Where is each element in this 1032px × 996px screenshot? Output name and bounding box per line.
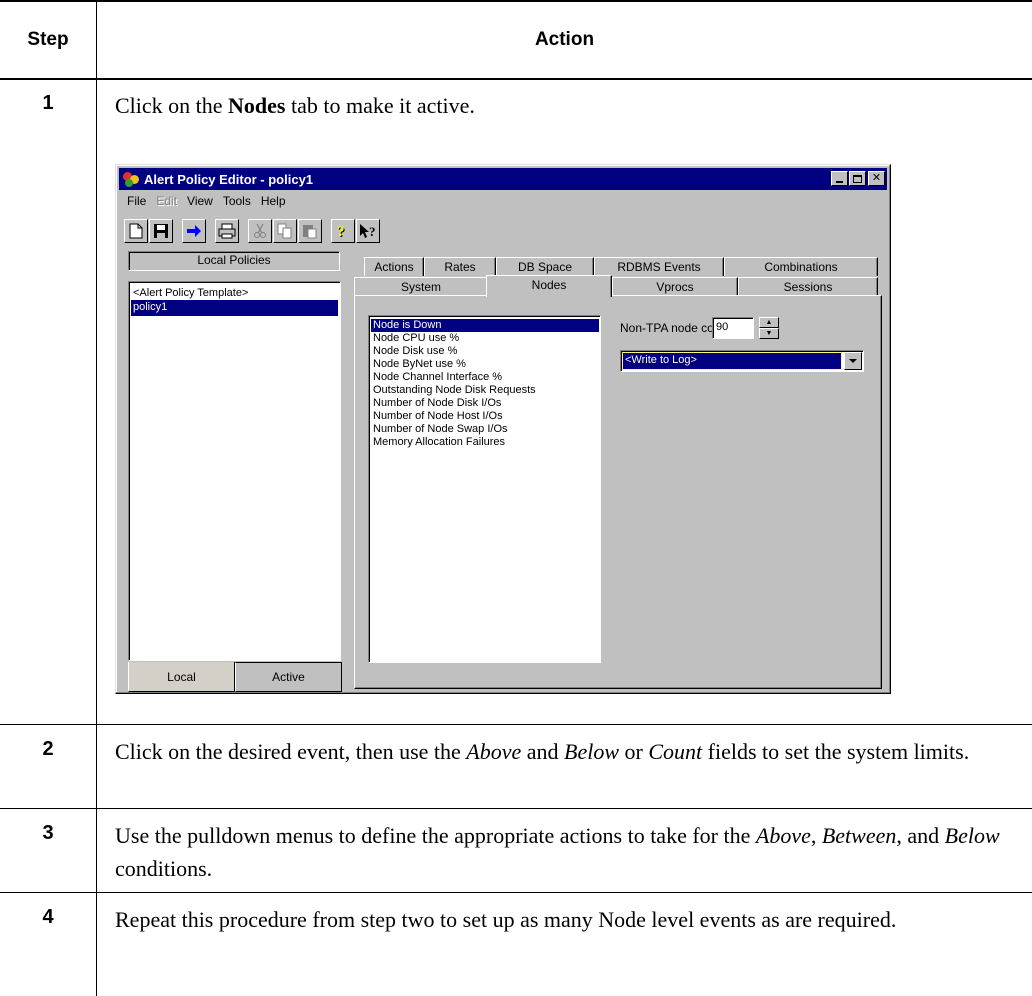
list-item[interactable]: Node CPU use % [371, 332, 599, 345]
list-item[interactable]: Node Disk use % [371, 345, 599, 358]
action-dropdown-value: <Write to Log> [622, 352, 842, 370]
arrow-right-icon[interactable] [182, 219, 206, 243]
tab-rates[interactable]: Rates [424, 257, 496, 276]
italic-term: Below [564, 739, 620, 764]
tab-rdbms-events[interactable]: RDBMS Events [594, 257, 724, 276]
title-bar[interactable]: Alert Policy Editor - policy1 ✕ [119, 168, 887, 190]
step-number: 4 [42, 906, 54, 928]
italic-term: Above [755, 823, 811, 848]
list-item[interactable]: Node Channel Interface % [371, 371, 599, 384]
cut-icon[interactable] [248, 219, 272, 243]
node-count-stepper[interactable]: ▲ ▼ [759, 317, 779, 339]
tab-system[interactable]: System [354, 277, 488, 296]
local-policies-header: Local Policies [128, 251, 340, 271]
row-rule [0, 892, 1032, 893]
italic-term: Below [944, 823, 1000, 848]
menu-edit[interactable]: Edit [151, 192, 182, 212]
italic-term: Count [648, 739, 703, 764]
svg-text:?: ? [369, 224, 376, 239]
list-item[interactable]: policy1 [131, 300, 338, 316]
print-icon[interactable] [215, 219, 239, 243]
step-number: 3 [42, 822, 54, 844]
menu-view[interactable]: View [182, 192, 218, 212]
step-text: Repeat this procedure from step two to s… [115, 907, 897, 932]
step-text: Use the pulldown menus to define the app… [115, 823, 1000, 881]
tab-active[interactable]: Active [235, 662, 342, 692]
chevron-down-icon[interactable] [844, 352, 862, 370]
tab-local[interactable]: Local [128, 662, 235, 692]
context-help-icon[interactable]: ? [356, 219, 380, 243]
list-item[interactable]: Number of Node Disk I/Os [371, 397, 599, 410]
svg-text:?: ? [337, 224, 345, 239]
action-dropdown[interactable]: <Write to Log> [620, 350, 864, 372]
app-icon [122, 170, 140, 188]
copy-icon[interactable] [273, 219, 297, 243]
policy-list[interactable]: <Alert Policy Template> policy1 [128, 281, 341, 661]
window-title: Alert Policy Editor - policy1 [144, 171, 314, 187]
paste-icon[interactable] [298, 219, 322, 243]
toolbar: ?? ? [124, 217, 381, 245]
list-item[interactable]: Number of Node Swap I/Os [371, 423, 599, 436]
menu-tools[interactable]: Tools [218, 192, 256, 212]
bold-term: Nodes [228, 93, 286, 118]
list-item[interactable]: Node is Down [371, 319, 599, 332]
menu-help[interactable]: Help [256, 192, 291, 212]
save-icon[interactable] [149, 219, 173, 243]
event-list[interactable]: Node is Down Node CPU use % Node Disk us… [368, 315, 601, 663]
italic-term: Above [466, 739, 522, 764]
step-number: 1 [42, 92, 54, 114]
tab-combinations[interactable]: Combinations [724, 257, 878, 276]
tab-actions[interactable]: Actions [364, 257, 424, 276]
step-column-header: Step [27, 29, 69, 50]
spin-down-icon[interactable]: ▼ [759, 328, 779, 339]
italic-term: Between [821, 823, 897, 848]
close-button[interactable]: ✕ [868, 171, 885, 186]
new-file-icon[interactable] [124, 219, 148, 243]
node-count-input[interactable]: 90 [712, 317, 754, 339]
step-text: Click on the desired event, then use the… [115, 739, 970, 764]
list-item[interactable]: Outstanding Node Disk Requests [371, 384, 599, 397]
tab-db-space[interactable]: DB Space [496, 257, 594, 276]
menu-file[interactable]: File [122, 192, 151, 212]
minimize-button[interactable] [831, 171, 848, 186]
column-divider [96, 0, 97, 996]
row-rule [0, 724, 1032, 725]
action-column-header: Action [534, 29, 595, 50]
tab-active-label: Active [272, 670, 305, 684]
tab-local-label: Local [167, 669, 196, 684]
list-item[interactable]: Number of Node Host I/Os [371, 410, 599, 423]
row-rule [0, 808, 1032, 809]
list-item[interactable]: Memory Allocation Failures [371, 436, 599, 449]
tab-vprocs[interactable]: Vprocs [612, 277, 738, 296]
step-text: Click on the Nodes tab to make it active… [115, 93, 475, 118]
maximize-button[interactable] [849, 171, 866, 186]
help-icon[interactable]: ?? [331, 219, 355, 243]
list-item[interactable]: Node ByNet use % [371, 358, 599, 371]
spin-up-icon[interactable]: ▲ [759, 317, 779, 328]
nodes-panel: Node is Down Node CPU use % Node Disk us… [354, 295, 882, 689]
tab-nodes[interactable]: Nodes [486, 275, 612, 297]
step-number: 2 [42, 738, 54, 760]
menu-bar: File Edit View Tools Help [122, 192, 291, 212]
tab-sessions[interactable]: Sessions [738, 277, 878, 296]
alert-policy-editor-window: Alert Policy Editor - policy1 ✕ File Edi… [115, 164, 891, 694]
